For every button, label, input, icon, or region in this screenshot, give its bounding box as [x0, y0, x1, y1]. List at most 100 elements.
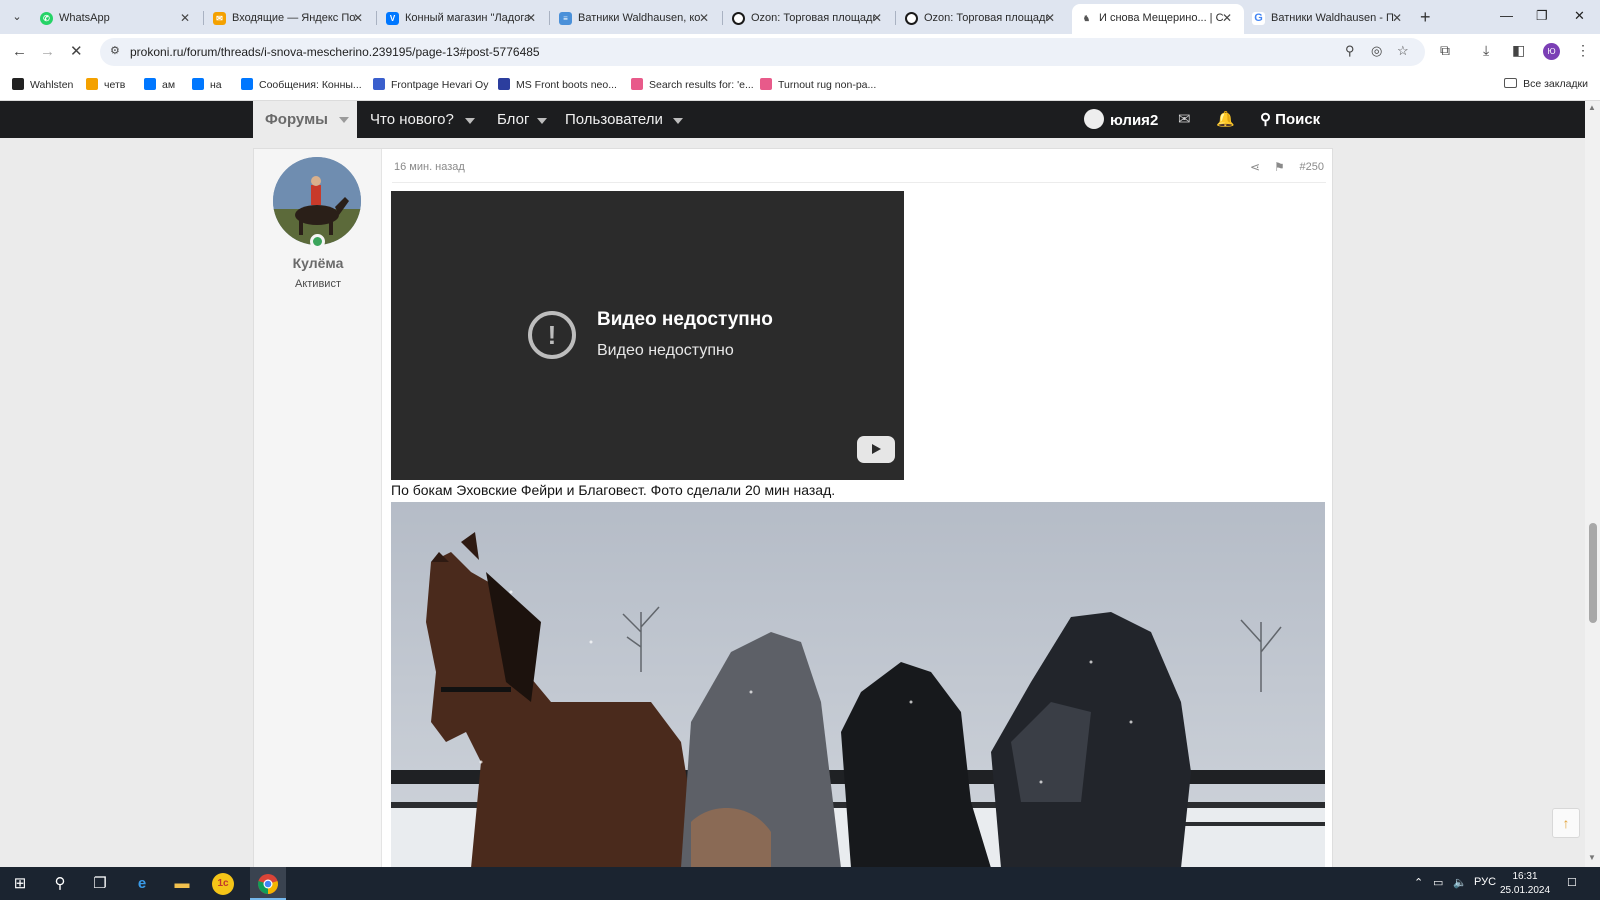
close-tab-icon[interactable]: ✕	[872, 4, 882, 32]
extensions-icon[interactable]: ⧉	[1440, 42, 1450, 59]
task-view-icon[interactable]: ❐	[89, 873, 111, 895]
tab-title: WhatsApp	[59, 12, 110, 24]
edge-icon[interactable]: e	[131, 873, 153, 895]
bookmark-item[interactable]: Turnout rug non-pa...	[760, 78, 876, 91]
tab-vk-shop[interactable]: V Конный магазин "Ладога ✕	[386, 4, 538, 34]
forward-icon[interactable]: →	[40, 41, 55, 63]
tab-google[interactable]: G Ватники Waldhausen - П ✕	[1252, 4, 1404, 34]
close-tab-icon[interactable]: ✕	[1045, 4, 1055, 32]
chevron-down-icon[interactable]	[673, 118, 683, 124]
bookmark-item[interactable]: Wahlsten	[12, 78, 73, 91]
language-indicator[interactable]: РУС	[1474, 876, 1496, 888]
bookmark-item[interactable]: ам	[144, 78, 175, 91]
address-bar[interactable]: ⚙ prokoni.ru/forum/threads/i-snova-mesch…	[100, 38, 1425, 66]
bookmark-item[interactable]: Search results for: 'e...	[631, 78, 754, 91]
clock-time: 16:31	[1512, 871, 1538, 882]
tab-search-icon[interactable]: ⌄	[6, 6, 28, 28]
bell-icon[interactable]: 🔔	[1216, 110, 1235, 128]
bookmark-icon[interactable]: ⚑	[1274, 160, 1285, 174]
post-timestamp[interactable]: 16 мин. назад	[394, 161, 465, 173]
bookmark-item[interactable]: на	[192, 78, 222, 91]
nav-blog[interactable]: Блог	[497, 111, 529, 128]
bookmark-favicon	[86, 78, 98, 90]
bookmark-item[interactable]: четв	[86, 78, 125, 91]
close-tab-icon[interactable]: ✕	[1392, 4, 1402, 32]
close-tab-icon[interactable]: ✕	[699, 4, 709, 32]
bookmark-item[interactable]: Сообщения: Конны...	[241, 78, 362, 91]
close-tab-icon[interactable]: ✕	[180, 4, 190, 32]
search-icon[interactable]: ⚲	[49, 873, 71, 895]
tab-whatsapp[interactable]: ✆ WhatsApp ✕	[40, 4, 192, 34]
yandex-mail-icon: ✉	[213, 12, 226, 25]
windows-start-icon[interactable]: ⊞	[9, 873, 31, 895]
download-icon[interactable]: ⤓	[1483, 42, 1489, 59]
taskbar-clock[interactable]: 16:31 25.01.2024	[1500, 870, 1550, 898]
scrollbar-thumb[interactable]	[1589, 523, 1597, 623]
chrome-icon[interactable]	[257, 873, 279, 895]
minimize-icon[interactable]: —	[1500, 6, 1513, 26]
tray-expand-icon[interactable]: ⌃	[1414, 876, 1423, 889]
post-author-panel: Кулёма Активист	[254, 149, 382, 867]
embedded-video-player[interactable]: ! Видео недоступно Видео недоступно	[391, 191, 904, 480]
bookmark-item[interactable]: MS Front boots neo...	[498, 78, 617, 91]
scroll-down-icon[interactable]: ▼	[1588, 853, 1596, 862]
video-unavailable-subtitle: Видео недоступно	[597, 342, 734, 359]
post-number[interactable]: #250	[1300, 161, 1324, 173]
all-bookmarks-button[interactable]: Все закладки	[1504, 78, 1588, 90]
yandex-browser-icon[interactable]: 1с	[212, 873, 234, 895]
browser-tab-strip: ⌄ ✆ WhatsApp ✕ ✉ Входящие — Яндекс Поч ✕…	[0, 0, 1600, 34]
close-tab-icon[interactable]: ✕	[526, 4, 536, 32]
volume-icon[interactable]: 🔈	[1453, 876, 1467, 889]
side-panel-icon[interactable]: ◧	[1512, 42, 1525, 59]
new-tab-icon[interactable]: +	[1420, 5, 1431, 29]
bookmark-favicon	[144, 78, 156, 90]
tab-ozon-2[interactable]: Ozon: Торговая площадк ✕	[905, 4, 1057, 34]
stop-loading-icon[interactable]: ✕	[70, 41, 83, 63]
share-icon[interactable]: ⋖	[1250, 160, 1260, 174]
nav-users[interactable]: Пользователи	[565, 111, 663, 128]
chevron-down-icon[interactable]	[339, 117, 349, 123]
url-text[interactable]: prokoni.ru/forum/threads/i-snova-mescher…	[130, 45, 540, 59]
network-icon[interactable]: ▭	[1433, 876, 1443, 889]
whatsapp-icon: ✆	[40, 12, 53, 25]
bookmark-favicon	[241, 78, 253, 90]
google-icon: G	[1252, 12, 1265, 25]
browser-toolbar: ← → ✕ ⚙ prokoni.ru/forum/threads/i-snova…	[0, 34, 1600, 70]
search-button[interactable]: ⚲ Поиск	[1260, 110, 1320, 128]
menu-icon[interactable]: ⋮	[1576, 42, 1590, 59]
close-tab-icon[interactable]: ✕	[1222, 4, 1232, 32]
tab-title: Ozon: Торговая площадк	[924, 12, 1048, 24]
tab-waldhausen[interactable]: ≡ Ватники Waldhausen, ко ✕	[559, 4, 711, 34]
zoom-icon[interactable]: ⚲	[1345, 43, 1355, 59]
close-tab-icon[interactable]: ✕	[353, 4, 363, 32]
bookmark-item[interactable]: Frontpage Hevari Oy	[373, 78, 488, 91]
file-explorer-icon[interactable]: ▬	[171, 873, 193, 895]
author-name[interactable]: Кулёма	[254, 255, 382, 271]
site-info-icon[interactable]: ⚙	[110, 44, 120, 57]
windows-taskbar: ⊞ ⚲ ❐ e ▬ 1с ⌃ ▭ 🔈 РУС 16:31 25.01.2024 …	[0, 867, 1600, 900]
restore-icon[interactable]: ❐	[1536, 6, 1548, 26]
post-photo[interactable]	[391, 502, 1325, 868]
chevron-down-icon[interactable]	[537, 118, 547, 124]
nav-whats-new[interactable]: Что нового?	[370, 111, 454, 128]
profile-avatar[interactable]: Ю	[1543, 43, 1560, 60]
close-window-icon[interactable]: ✕	[1574, 6, 1585, 26]
online-status-indicator	[310, 234, 325, 249]
alert-icon: !	[528, 311, 576, 359]
chevron-down-icon[interactable]	[465, 118, 475, 124]
inbox-icon[interactable]: ✉	[1178, 110, 1191, 128]
page-scrollbar[interactable]: ▲ ▼	[1585, 101, 1600, 867]
tab-yandex-mail[interactable]: ✉ Входящие — Яндекс Поч ✕	[213, 4, 365, 34]
author-avatar[interactable]	[273, 157, 361, 245]
tracking-eye-icon[interactable]: ◎	[1371, 43, 1382, 59]
scroll-to-top-button[interactable]: ↑	[1552, 808, 1580, 838]
account-menu[interactable]: юлия2	[1084, 109, 1158, 129]
back-icon[interactable]: ←	[12, 41, 27, 63]
tab-ozon-1[interactable]: Ozon: Торговая площадк ✕	[732, 4, 884, 34]
tab-prokoni-active[interactable]: ♞ И снова Мещерино... | С ✕	[1072, 4, 1244, 34]
bookmark-star-icon[interactable]: ☆	[1397, 43, 1409, 59]
notifications-icon[interactable]: ☐	[1567, 876, 1577, 889]
nav-forums[interactable]: Форумы	[253, 101, 357, 138]
scroll-up-icon[interactable]: ▲	[1588, 103, 1596, 112]
youtube-play-icon[interactable]	[857, 436, 895, 463]
